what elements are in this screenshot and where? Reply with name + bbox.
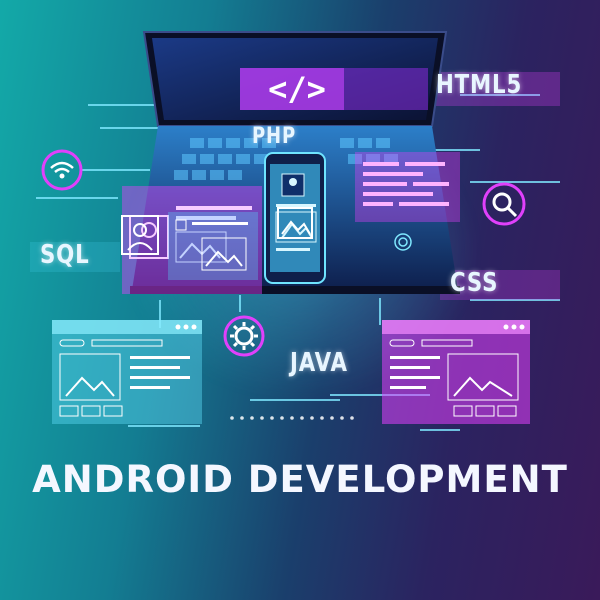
- label-php: PHP: [252, 124, 297, 149]
- label-html5: HTML5: [436, 70, 523, 100]
- user-icon: [121, 215, 159, 255]
- page-title: ANDROID DEVELOPMENT: [32, 458, 568, 501]
- label-css: CSS: [450, 268, 499, 298]
- search-icon: [482, 182, 526, 226]
- label-sql: SQL: [40, 240, 90, 270]
- illustration-canvas: </> HTML5 PHP SQL CSS JAVA ANDROID DEVEL…: [0, 0, 600, 600]
- code-symbol: </>: [268, 70, 326, 108]
- web-window-right: [382, 320, 530, 424]
- wifi-icon: [41, 149, 83, 191]
- web-window-left: [52, 320, 202, 424]
- label-java: JAVA: [290, 348, 348, 378]
- code-card: [355, 152, 460, 222]
- image-card: [168, 212, 258, 280]
- gear-icon: [223, 315, 265, 357]
- image-icon: [277, 207, 313, 239]
- fingerprint-icon: [394, 233, 412, 251]
